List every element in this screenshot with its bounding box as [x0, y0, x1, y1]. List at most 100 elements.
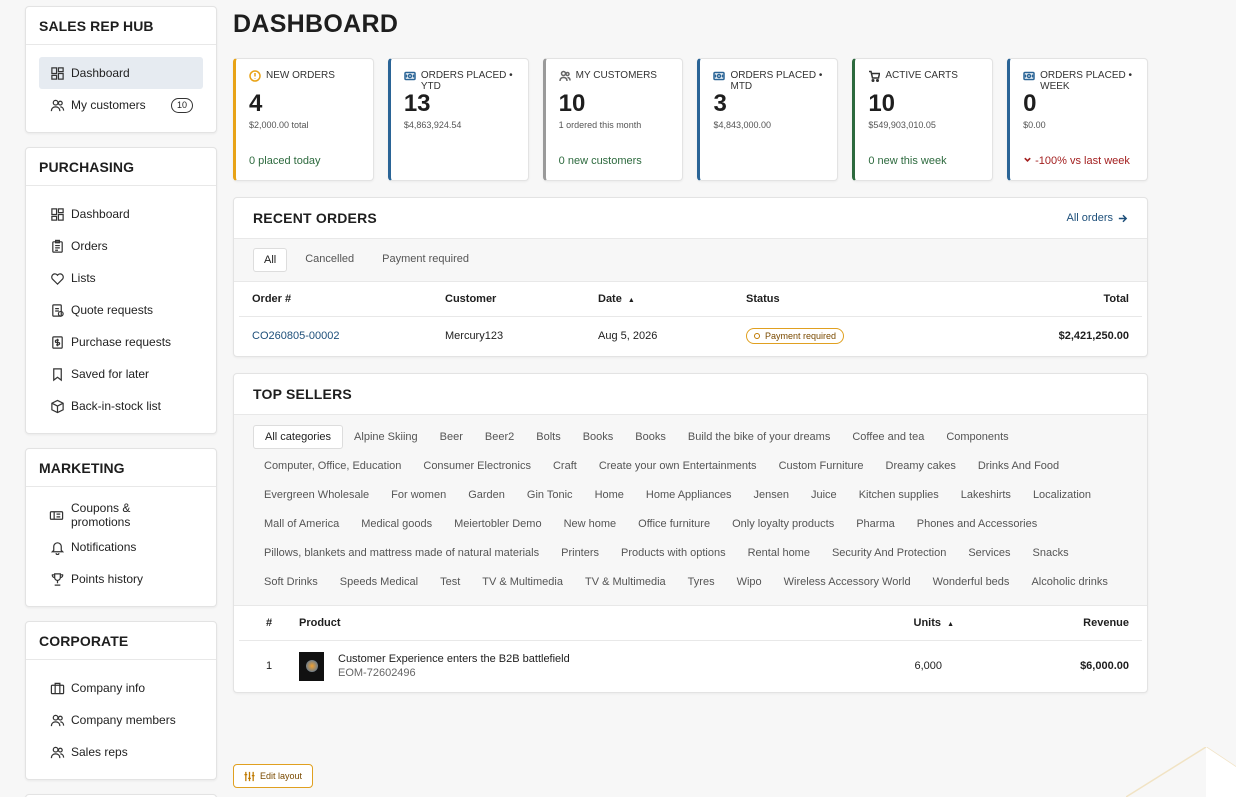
category-chip[interactable]: Computer, Office, Education	[253, 454, 412, 478]
category-chip[interactable]: Pillows, blankets and mattress made of n…	[253, 541, 550, 565]
category-chip[interactable]: Services	[957, 541, 1021, 565]
category-chip[interactable]: Soft Drinks	[253, 570, 329, 594]
sidebar-item-label: Sales reps	[71, 745, 128, 759]
sidebar-item-back-in-stock-list[interactable]: Back-in-stock list	[39, 390, 203, 422]
category-chip[interactable]: For women	[380, 483, 457, 507]
order-number-link[interactable]: CO260805-00002	[239, 316, 445, 356]
category-chip[interactable]: Drinks And Food	[967, 454, 1070, 478]
category-chip[interactable]: TV & Multimedia	[574, 570, 677, 594]
category-chip[interactable]: Wipo	[726, 570, 773, 594]
sidebar: SALES REP HUB Dashboard My customers 10 PURC…	[25, 6, 217, 797]
stat-card-my-customers[interactable]: MY CUSTOMERS 10 1 ordered this month 0 new …	[542, 58, 684, 181]
category-chip[interactable]: Test	[429, 570, 471, 594]
category-chip[interactable]: Products with options	[610, 541, 737, 565]
category-chip[interactable]: Beer2	[474, 425, 525, 449]
stat-footer: 0 placed today	[249, 155, 321, 167]
sidebar-item-dashboard[interactable]: Dashboard	[39, 198, 203, 230]
category-chip[interactable]: Home	[584, 483, 635, 507]
category-chip[interactable]: Pharma	[845, 512, 906, 536]
category-chip[interactable]: New home	[553, 512, 628, 536]
category-chip[interactable]: Snacks	[1022, 541, 1080, 565]
sidebar-item-saved-for-later[interactable]: Saved for later	[39, 358, 203, 390]
tab-payment-required[interactable]: Payment required	[372, 248, 479, 272]
category-chip[interactable]: Dreamy cakes	[875, 454, 967, 478]
category-chip[interactable]: All categories	[253, 425, 344, 449]
category-chip[interactable]: Printers	[550, 541, 610, 565]
col-units[interactable]: Units ▲	[872, 606, 992, 641]
col-date[interactable]: Date ▲	[598, 282, 746, 317]
table-row[interactable]: CO260805-00002 Mercury123 Aug 5, 2026 Pa…	[239, 316, 1142, 356]
category-chip[interactable]: Gin Tonic	[516, 483, 584, 507]
category-chip[interactable]: Books	[572, 425, 625, 449]
stat-footer: 0 new customers	[559, 155, 642, 167]
table-row[interactable]: 1 Customer Experience enters the B2B bat…	[239, 640, 1142, 692]
category-chip[interactable]: Garden	[457, 483, 516, 507]
sidebar-item-company-members[interactable]: Company members	[39, 704, 203, 736]
col-revenue-label: Revenue	[1083, 616, 1129, 629]
category-chip[interactable]: Books	[624, 425, 677, 449]
category-chip[interactable]: Office furniture	[627, 512, 721, 536]
category-chip[interactable]: Build the bike of your dreams	[677, 425, 841, 449]
category-chip[interactable]: Jensen	[743, 483, 800, 507]
sidebar-item-sales-reps[interactable]: Sales reps	[39, 736, 203, 768]
category-chip[interactable]: Phones and Accessories	[906, 512, 1048, 536]
stat-value: 3	[713, 90, 727, 117]
tab-all[interactable]: All	[253, 248, 288, 272]
sidebar-item-coupons-promotions[interactable]: Coupons & promotions	[39, 499, 203, 531]
sidebar-item-lists[interactable]: Lists	[39, 262, 203, 294]
sidebar-item-dashboard[interactable]: Dashboard	[39, 57, 203, 89]
tab-cancelled[interactable]: Cancelled	[295, 248, 364, 272]
category-chip[interactable]: Craft	[542, 454, 588, 478]
category-chip[interactable]: Consumer Electronics	[412, 454, 542, 478]
category-chip[interactable]: Security And Protection	[821, 541, 957, 565]
sidebar-item-points-history[interactable]: Points history	[39, 563, 203, 595]
stat-card-orders-placed-mtd[interactable]: ORDERS PLACED • MTD 3 $4,843,000.00	[697, 58, 839, 181]
col-status[interactable]: Status	[746, 282, 961, 317]
product-name-link[interactable]: Customer Experience enters the B2B battl…	[338, 653, 570, 665]
stat-card-orders-placed-week[interactable]: ORDERS PLACED • WEEK 0 $0.00 -100% vs last …	[1007, 58, 1148, 181]
category-chip[interactable]: Speeds Medical	[329, 570, 429, 594]
edit-layout-label: Edit layout	[260, 771, 303, 781]
category-chip[interactable]: Evergreen Wholesale	[253, 483, 380, 507]
stat-card-new-orders[interactable]: NEW ORDERS 4 $2,000.00 total 0 placed today	[233, 58, 374, 181]
category-chip[interactable]: Custom Furniture	[768, 454, 875, 478]
category-chip[interactable]: Coffee and tea	[841, 425, 935, 449]
category-chip[interactable]: Components	[935, 425, 1019, 449]
category-chip[interactable]: Wireless Accessory World	[773, 570, 922, 594]
col-customer[interactable]: Customer	[445, 282, 598, 317]
category-chip[interactable]: Beer	[429, 425, 474, 449]
category-chip[interactable]: Mall of America	[253, 512, 350, 536]
category-chip[interactable]: Rental home	[737, 541, 821, 565]
sidebar-item-orders[interactable]: Orders	[39, 230, 203, 262]
sidebar-item-company-info[interactable]: Company info	[39, 672, 203, 704]
stat-card-active-carts[interactable]: ACTIVE CARTS 10 $549,903,010.05 0 new this …	[852, 58, 994, 181]
sidebar-item-notifications[interactable]: Notifications	[39, 531, 203, 563]
category-chip[interactable]: Tyres	[677, 570, 726, 594]
sidebar-section-marketing: MARKETING Coupons & promotions Notificatio…	[25, 448, 217, 607]
category-chip[interactable]: Bolts	[525, 425, 571, 449]
edit-layout-button[interactable]: Edit layout	[233, 764, 314, 788]
count-badge: 10	[170, 98, 193, 113]
category-chip[interactable]: Only loyalty products	[721, 512, 845, 536]
col-order[interactable]: Order #	[239, 282, 445, 317]
sidebar-item-my-customers[interactable]: My customers 10	[39, 89, 203, 121]
category-chip[interactable]: Kitchen supplies	[848, 483, 950, 507]
all-orders-link[interactable]: All orders	[1067, 212, 1128, 224]
category-chip[interactable]: Lakeshirts	[950, 483, 1022, 507]
stat-value: 10	[558, 90, 586, 117]
category-chip[interactable]: Wonderful beds	[922, 570, 1021, 594]
category-chip[interactable]: Juice	[800, 483, 848, 507]
category-chip[interactable]: Medical goods	[350, 512, 443, 536]
category-chip[interactable]: Alpine Skiing	[343, 425, 429, 449]
trophy-icon	[49, 571, 65, 587]
col-total[interactable]: Total	[960, 282, 1142, 317]
category-chip[interactable]: Alcoholic drinks	[1020, 570, 1118, 594]
category-chip[interactable]: TV & Multimedia	[471, 570, 574, 594]
category-chip[interactable]: Create your own Entertainments	[588, 454, 768, 478]
stat-card-orders-placed-ytd[interactable]: ORDERS PLACED • YTD 13 $4,863,924.54	[387, 58, 529, 181]
category-chip[interactable]: Localization	[1022, 483, 1102, 507]
category-chip[interactable]: Meiertobler Demo	[443, 512, 552, 536]
sidebar-item-purchase-requests[interactable]: Purchase requests	[39, 326, 203, 358]
sidebar-item-quote-requests[interactable]: Quote requests	[39, 294, 203, 326]
category-chip[interactable]: Home Appliances	[635, 483, 743, 507]
